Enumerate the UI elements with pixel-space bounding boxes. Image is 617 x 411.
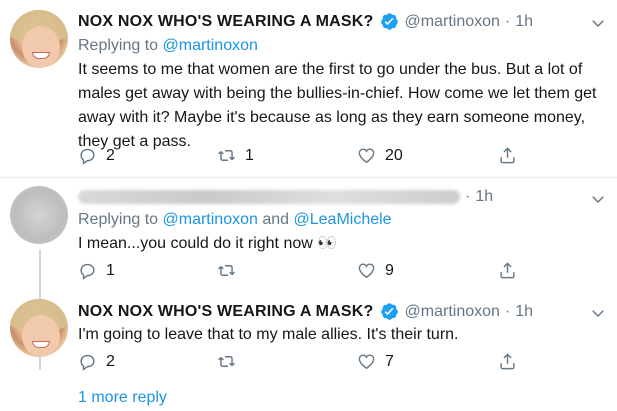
author-name[interactable]: NOX NOX WHO'S WEARING A MASK? xyxy=(78,303,374,321)
tweet-1[interactable]: NOX NOX WHO'S WEARING A MASK? @martinoxo… xyxy=(0,0,617,176)
retweet-button[interactable] xyxy=(217,352,236,371)
verified-badge-icon xyxy=(380,13,398,30)
like-icon xyxy=(358,263,375,279)
reply-icon xyxy=(80,354,95,371)
replying-to: Replying to @martinoxon xyxy=(78,37,258,55)
tweet-text: It seems to me that women are the first … xyxy=(78,61,597,150)
retweet-button[interactable] xyxy=(217,261,236,280)
like-button[interactable]: 20 xyxy=(357,146,403,165)
tweet-text: I mean...you could do it right now 👀 xyxy=(78,235,338,252)
author-handle[interactable]: @martinoxon xyxy=(405,303,500,321)
tweet-header: NOX NOX WHO'S WEARING A MASK? @martinoxo… xyxy=(78,302,533,321)
author-avatar[interactable] xyxy=(10,10,68,68)
like-count: 9 xyxy=(385,261,394,279)
separator-dot: · xyxy=(504,12,511,30)
share-icon xyxy=(500,262,515,279)
author-avatar[interactable] xyxy=(10,186,68,244)
like-count: 7 xyxy=(385,352,394,370)
tweet-text: I'm going to leave that to my male allie… xyxy=(78,326,459,343)
reply-count: 2 xyxy=(106,146,115,164)
author-avatar[interactable] xyxy=(10,299,68,357)
share-button[interactable] xyxy=(498,146,517,165)
retweet-icon xyxy=(218,356,235,367)
author-name-redacted[interactable] xyxy=(78,190,460,204)
reply-count: 2 xyxy=(106,352,115,370)
retweet-button[interactable]: 1 xyxy=(217,146,254,165)
tweet-timestamp[interactable]: 1h xyxy=(515,303,533,321)
author-handle[interactable]: @martinoxon xyxy=(405,13,500,31)
tweet-3[interactable]: NOX NOX WHO'S WEARING A MASK? @martinoxo… xyxy=(0,294,617,411)
share-button[interactable] xyxy=(498,352,517,371)
like-count: 20 xyxy=(385,146,403,164)
share-icon xyxy=(500,353,515,370)
retweet-count: 1 xyxy=(245,146,254,164)
chevron-down-icon[interactable] xyxy=(589,190,607,208)
reply-count: 1 xyxy=(106,261,115,279)
tweet-timestamp[interactable]: 1h xyxy=(515,13,533,31)
tweet-header: · 1h xyxy=(78,188,493,206)
like-icon xyxy=(358,148,375,164)
share-button[interactable] xyxy=(498,261,517,280)
replying-to-link[interactable]: @martinoxon xyxy=(163,211,258,228)
share-icon xyxy=(500,147,515,164)
reply-icon xyxy=(80,263,95,280)
chevron-down-icon[interactable] xyxy=(589,304,607,322)
replying-to-joiner: and xyxy=(262,211,290,228)
reply-button[interactable]: 2 xyxy=(78,146,115,165)
tweet-header: NOX NOX WHO'S WEARING A MASK? @martinoxo… xyxy=(78,12,533,31)
replying-to-link-2[interactable]: @LeaMichele xyxy=(294,211,392,228)
chevron-down-icon[interactable] xyxy=(589,14,607,32)
replying-to: Replying to @martinoxon and @LeaMichele xyxy=(78,211,392,229)
reply-icon xyxy=(80,148,95,165)
replying-to-link[interactable]: @martinoxon xyxy=(163,37,258,54)
like-button[interactable]: 9 xyxy=(357,261,394,280)
retweet-icon xyxy=(218,265,235,276)
replying-to-label: Replying to xyxy=(78,37,159,54)
separator-dot: · xyxy=(504,302,511,320)
tweet-2[interactable]: · 1h Replying to @martinoxon and @LeaMic… xyxy=(0,178,617,370)
more-replies-link[interactable]: 1 more reply xyxy=(78,389,167,407)
verified-badge-icon xyxy=(380,303,398,320)
author-name[interactable]: NOX NOX WHO'S WEARING A MASK? xyxy=(78,13,374,31)
replying-to-label: Replying to xyxy=(78,211,159,228)
reply-button[interactable]: 1 xyxy=(78,261,115,280)
tweet-timestamp[interactable]: 1h xyxy=(475,188,493,206)
reply-button[interactable]: 2 xyxy=(78,352,115,371)
like-button[interactable]: 7 xyxy=(357,352,394,371)
separator-dot: · xyxy=(465,188,471,205)
like-icon xyxy=(358,354,375,370)
retweet-icon xyxy=(218,150,235,161)
